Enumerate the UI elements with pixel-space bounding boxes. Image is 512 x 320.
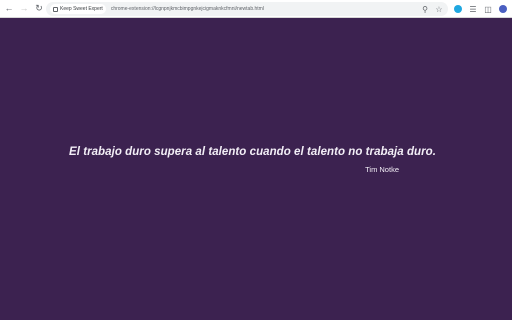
extension-icon — [454, 5, 462, 13]
back-button[interactable]: ← — [3, 3, 15, 15]
puzzle-icon: ☰ — [469, 4, 477, 14]
browser-toolbar: ← → ↻ Keep Sweet Expert chrome-extension… — [0, 0, 512, 18]
zoom-icon[interactable]: ⚲ — [420, 4, 430, 14]
quote-text: El trabajo duro supera al talento cuando… — [69, 146, 436, 158]
quote-author: Tim Notke — [365, 165, 399, 174]
forward-button[interactable]: → — [18, 3, 30, 15]
url-text[interactable]: chrome-extension://lcgnpnjkmcbimpgnkejci… — [111, 6, 411, 12]
side-panel-button[interactable]: ◫ — [482, 3, 494, 15]
bookmark-star-icon[interactable]: ☆ — [434, 4, 444, 14]
address-bar[interactable]: Keep Sweet Expert chrome-extension://lcg… — [46, 2, 448, 16]
profile-button[interactable] — [497, 3, 509, 15]
extensions-menu-button[interactable]: ☰ — [467, 3, 479, 15]
profile-avatar-icon — [499, 5, 507, 13]
extension-page-icon — [53, 6, 58, 12]
sidebar-icon: ◫ — [484, 4, 492, 14]
reload-icon: ↻ — [35, 3, 43, 13]
site-chip-label: Keep Sweet Expert — [60, 6, 103, 12]
site-info-chip[interactable]: Keep Sweet Expert — [50, 4, 106, 14]
reload-button[interactable]: ↻ — [33, 3, 45, 15]
arrow-left-icon: ← — [4, 3, 14, 13]
extension-button[interactable] — [452, 3, 464, 15]
arrow-right-icon: → — [19, 3, 29, 13]
